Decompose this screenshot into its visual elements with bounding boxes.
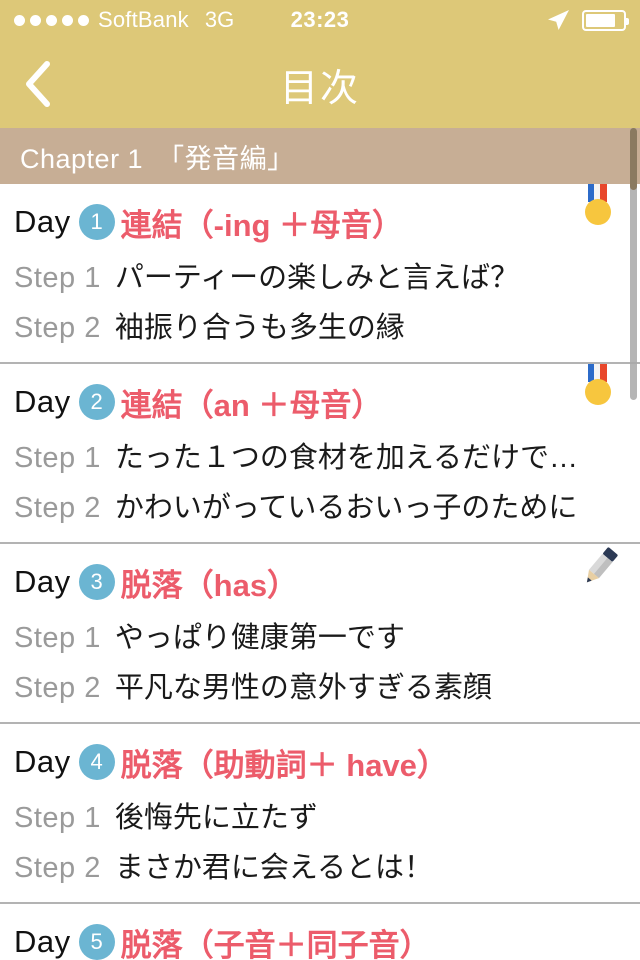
chapter-section-header-label: Chapter 1 「発音編」 xyxy=(20,143,295,174)
day-number-badge: 1 xyxy=(78,204,115,240)
step-label: Step 1 xyxy=(14,622,101,654)
pencil-icon xyxy=(586,547,618,583)
step-text: 袖振り合うも多生の縁 xyxy=(114,312,405,344)
navigation-bar: 目次 xyxy=(0,40,640,128)
step-label: Step 2 xyxy=(14,852,101,884)
step-line: Step 2 平凡な男性の意外すぎる素顔 xyxy=(0,664,640,706)
day-row[interactable]: Day 3 脱落（has） Step 1 やっぱり健康第一です Step 2 平凡な男性の意… xyxy=(0,544,640,724)
day-row[interactable]: Day 4 脱落（助動詞＋ have） Step 1 後悔先に立たず Step 2 まさか君… xyxy=(0,724,640,904)
medal-icon xyxy=(585,184,611,225)
step-label: Step 1 xyxy=(14,442,101,474)
day-title-line: Day 5 脱落（子音＋同子音） xyxy=(0,918,640,960)
day-title: 連結（an ＋母音） xyxy=(120,387,383,423)
step-text: やっぱり健康第一です xyxy=(114,622,405,654)
location-arrow-icon xyxy=(548,10,569,30)
battery-icon xyxy=(582,9,629,31)
day-title: 脱落（子音＋同子音） xyxy=(120,927,431,960)
medal-badge xyxy=(577,364,623,424)
network-type-label: 3G xyxy=(204,7,235,32)
step-line: Step 1 たった１つの食材を加えるだけで… xyxy=(0,434,640,476)
status-bar: SoftBank 3G 23:23 xyxy=(0,0,640,40)
day-row[interactable]: Day 2 連結（an ＋母音） Step 1 たった１つの食材を加えるだけで… Step… xyxy=(0,364,640,544)
day-number-badge: 4 xyxy=(78,744,115,780)
step-text: 後悔先に立たず xyxy=(114,802,318,834)
vertical-scrollbar[interactable] xyxy=(630,128,637,400)
day-number-badge: 3 xyxy=(78,564,115,600)
step-text: パーティーの楽しみと言えば？ xyxy=(114,262,520,294)
step-text: 平凡な男性の意外すぎる素顔 xyxy=(114,672,492,704)
pencil-badge xyxy=(577,544,623,604)
day-label: Day xyxy=(14,204,71,239)
step-label: Step 2 xyxy=(14,492,101,524)
status-bar-right xyxy=(545,7,629,33)
step-line: Step 1 後悔先に立たず xyxy=(0,794,640,836)
step-text: かわいがっているおいっ子のために xyxy=(114,492,578,524)
carrier-label: SoftBank xyxy=(98,7,189,32)
day-row[interactable]: Day 1 連結（-ing ＋母音） Step 1 パーティーの楽しみと言えば？ Step… xyxy=(0,184,640,364)
day-number-badge: 2 xyxy=(78,384,115,420)
step-line: Step 2 まさか君に会えるとは！ xyxy=(0,844,640,886)
day-title-line: Day 1 連結（-ing ＋母音） xyxy=(0,198,640,246)
day-label: Day xyxy=(14,564,71,599)
chapter-section-header: Chapter 1 「発音編」 xyxy=(0,128,640,184)
day-row[interactable]: Day5脱落（子音＋同子音）Step 1少年老い易く学成り難しStep 2あこが… xyxy=(0,904,640,960)
day-title: 脱落（has） xyxy=(120,567,299,603)
day-title-line: Day 3 脱落（has） xyxy=(0,558,640,606)
chevron-left-icon xyxy=(26,61,50,107)
clock-label: 23:23 xyxy=(290,7,350,32)
step-text: たった１つの食材を加えるだけで… xyxy=(114,442,578,474)
day-label: Day xyxy=(14,744,71,779)
day-label: Day xyxy=(14,924,71,959)
step-label: Step 1 xyxy=(14,262,101,294)
medal-icon xyxy=(585,364,611,405)
app-root: SoftBank 3G 23:23 目次 Chapter 1 「発音編」 Day… xyxy=(0,0,640,960)
step-label: Step 2 xyxy=(14,672,101,704)
day-number-badge: 5 xyxy=(78,924,115,960)
day-title: 脱落（助動詞＋ have） xyxy=(120,747,448,783)
page-title: 目次 xyxy=(279,67,360,110)
back-button[interactable] xyxy=(0,40,74,128)
day-title-line: Day 4 脱落（助動詞＋ have） xyxy=(0,738,640,786)
day-label: Day xyxy=(14,384,71,419)
step-line: Step 1 パーティーの楽しみと言えば？ xyxy=(0,254,640,296)
day-list: Day 1 連結（-ing ＋母音） Step 1 パーティーの楽しみと言えば？ Step… xyxy=(0,184,640,960)
step-text: まさか君に会えるとは！ xyxy=(114,852,433,884)
medal-badge xyxy=(577,184,623,244)
step-label: Step 2 xyxy=(14,312,101,344)
signal-strength-icon xyxy=(14,14,89,26)
step-line: Step 2 袖振り合うも多生の縁 xyxy=(0,304,640,346)
step-label: Step 1 xyxy=(14,802,101,834)
day-title: 連結（-ing ＋母音） xyxy=(120,207,404,243)
step-line: Step 1 やっぱり健康第一です xyxy=(0,614,640,656)
day-title-line: Day 2 連結（an ＋母音） xyxy=(0,378,640,426)
step-line: Step 2 かわいがっているおいっ子のために xyxy=(0,484,640,526)
